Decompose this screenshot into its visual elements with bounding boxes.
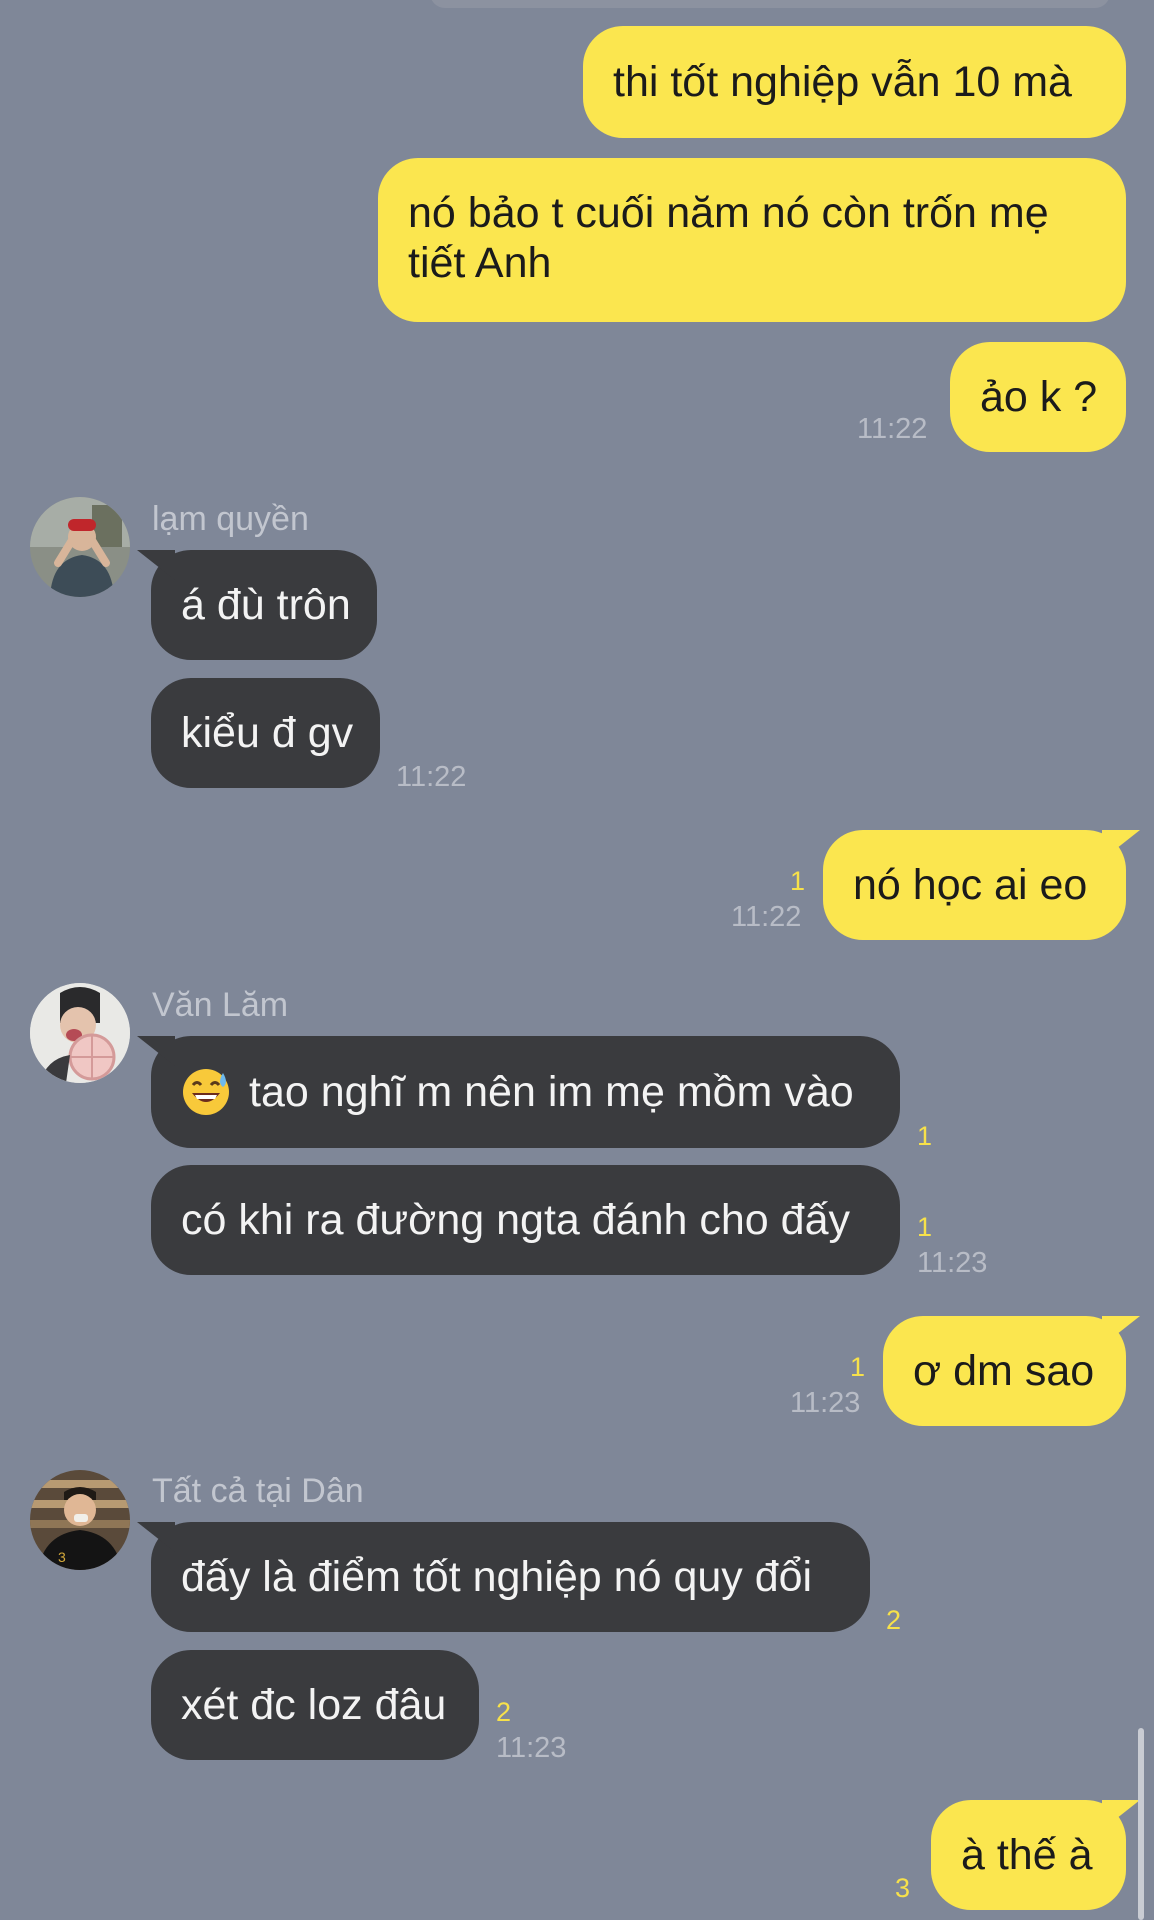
scrollbar[interactable] [1138, 1728, 1144, 1920]
outgoing-message-bubble[interactable]: ơ dm sao [883, 1316, 1126, 1426]
unread-count: 2 [496, 1697, 512, 1727]
message-text: à thế à [961, 1831, 1093, 1879]
message-text: xét đc loz đâu [181, 1681, 447, 1729]
person-with-fan-avatar[interactable] [30, 983, 130, 1083]
incoming-message-bubble[interactable]: đấy là điểm tốt nghiệp nó quy đổi [151, 1522, 870, 1632]
incoming-message-bubble[interactable]: tao nghĩ m nên im mẹ mồm vào [151, 1036, 900, 1148]
incoming-message-bubble[interactable]: á đù trôn [151, 550, 377, 660]
unread-count: 1 [917, 1121, 933, 1151]
message-text: á đù trôn [181, 581, 351, 629]
outgoing-message-bubble[interactable]: nó học ai eo [823, 830, 1126, 940]
message-text: nó học ai eo [853, 861, 1088, 909]
message-text: ơ dm sao [913, 1347, 1095, 1395]
message-timestamp: 11:23 [790, 1387, 861, 1419]
sender-name: Văn Lăm [152, 986, 289, 1024]
message-text: nó bảo t cuối năm nó còn trốn mẹ tiết An… [408, 189, 1049, 287]
unread-count: 2 [886, 1605, 902, 1635]
message-text: đấy là điểm tốt nghiệp nó quy đổi [181, 1553, 813, 1601]
outgoing-message-bubble[interactable]: thi tốt nghiệp vẫn 10 mà [583, 26, 1126, 138]
sender-name: lạm quyền [152, 500, 309, 538]
outgoing-message-bubble[interactable]: nó bảo t cuối năm nó còn trốn mẹ tiết An… [378, 158, 1126, 322]
message-timestamp: 11:23 [496, 1732, 567, 1764]
message-text: tao nghĩ m nên im mẹ mồm vào [249, 1068, 854, 1116]
message-timestamp: 11:22 [396, 761, 467, 793]
message-timestamp: 11:22 [857, 413, 928, 445]
message-timestamp: 11:22 [731, 901, 802, 933]
incoming-message-bubble[interactable]: xét đc loz đâu [151, 1650, 479, 1760]
unread-count: 1 [850, 1352, 866, 1382]
svg-text:3: 3 [58, 1549, 66, 1565]
incoming-message-bubble[interactable]: kiểu đ gv [151, 678, 380, 788]
grinning-sweat-emoji [181, 1067, 231, 1117]
message-text: ảo k ? [980, 373, 1098, 421]
sender-name: Tất cả tại Dân [152, 1472, 364, 1510]
unread-count: 3 [895, 1873, 911, 1903]
unread-count: 1 [790, 866, 806, 896]
outgoing-message-bubble[interactable]: à thế à [931, 1800, 1126, 1910]
previous-message-edge [430, 0, 1110, 8]
outgoing-message-bubble[interactable]: ảo k ? [950, 342, 1126, 452]
unread-count: 1 [917, 1212, 933, 1242]
person-in-red-cap-avatar[interactable] [30, 497, 130, 597]
chat-messages-area[interactable]: thi tốt nghiệp vẫn 10 mà nó bảo t cuối n… [0, 0, 1154, 1920]
person-in-dark-shirt-avatar[interactable]: 3 [30, 1470, 130, 1570]
message-timestamp: 11:23 [917, 1247, 988, 1279]
incoming-message-bubble[interactable]: có khi ra đường ngta đánh cho đấy [151, 1165, 900, 1275]
message-text: có khi ra đường ngta đánh cho đấy [181, 1196, 850, 1244]
message-text: kiểu đ gv [181, 709, 354, 757]
message-text: thi tốt nghiệp vẫn 10 mà [613, 58, 1072, 106]
